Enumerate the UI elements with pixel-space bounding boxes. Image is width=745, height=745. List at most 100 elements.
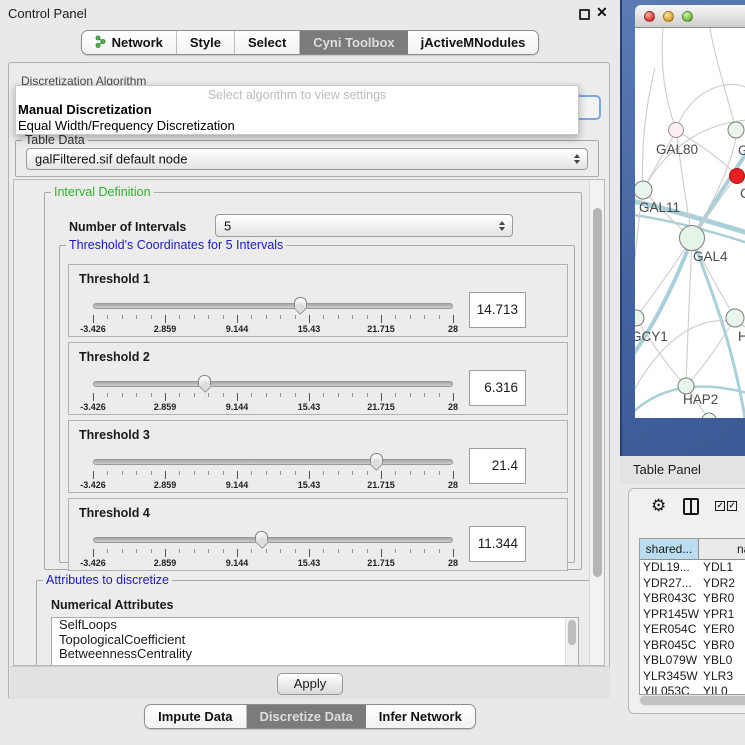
tick-label: 15.43 [298, 480, 321, 490]
slider-tick-labels: -3.4262.8599.14415.4321.71528 [93, 558, 453, 568]
tab-impute-data[interactable]: Impute Data [145, 705, 246, 728]
threshold-1-value-field[interactable]: 14.713 [469, 292, 526, 328]
list-item[interactable]: SelfLoops [52, 618, 578, 633]
threshold-2-slider[interactable] [93, 381, 453, 387]
tick-label: 2.859 [154, 324, 177, 334]
num-intervals-label: Number of Intervals [69, 220, 186, 234]
table-row[interactable]: YLR345WYLR3 [640, 669, 745, 685]
tab-cyni-toolbox[interactable]: Cyni Toolbox [300, 31, 407, 54]
table-row[interactable]: YBR043CYBR0 [640, 591, 745, 607]
threshold-2-value-field[interactable]: 6.316 [469, 370, 526, 406]
apply-row: Apply [10, 666, 610, 699]
table-data-combobox[interactable]: galFiltered.sif default node [26, 148, 588, 170]
algorithm-dropdown-popup: Select algorithm to view settings Manual… [15, 85, 579, 135]
table-row[interactable]: YDL19...YDL1 [640, 560, 745, 576]
list-item[interactable]: TopologicalCoefficient [52, 633, 578, 648]
dropdown-placeholder: Select algorithm to view settings [16, 86, 578, 102]
threshold-1-label: Threshold 1 [79, 272, 150, 286]
checkbox-icon[interactable]: ✓ [715, 501, 725, 511]
tab-label: Discretize Data [260, 709, 353, 724]
slider-thumb[interactable] [198, 375, 211, 386]
tick-label: 9.144 [226, 402, 249, 412]
thresholds-group: Threshold's Coordinates for 5 Intervals … [59, 245, 575, 563]
tab-style[interactable]: Style [177, 31, 235, 54]
network-window: GAL80 GA GAL11 C GAL4 GCY1 H HAP2 [635, 5, 745, 418]
tab-discretize-data[interactable]: Discretize Data [247, 705, 366, 728]
list-item[interactable]: BetweennessCentrality [52, 647, 578, 662]
attributes-group: Attributes to discretize Numerical Attri… [36, 580, 594, 666]
close-icon[interactable]: ✕ [596, 4, 608, 21]
node-label: GAL80 [656, 142, 698, 157]
apply-button[interactable]: Apply [277, 673, 343, 695]
settings-scrollbar[interactable] [589, 180, 604, 665]
column-header-name[interactable]: na [699, 539, 745, 559]
float-panel-icon[interactable] [579, 9, 590, 20]
tab-jactivemnodules[interactable]: jActiveMNodules [408, 31, 539, 54]
tab-select[interactable]: Select [235, 31, 300, 54]
slider-ticks [93, 471, 453, 480]
zoom-button[interactable] [682, 11, 693, 22]
threshold-3-block: Threshold 3 -3.4262.8599.14415.4321.7152… [68, 420, 568, 493]
threshold-3-label: Threshold 3 [79, 428, 150, 442]
node[interactable] [728, 122, 744, 138]
table-hscrollbar[interactable] [639, 695, 745, 706]
table-row[interactable]: YDR27...YDR2 [640, 576, 745, 592]
node-label: HAP2 [683, 392, 718, 407]
column-header-shared[interactable]: shared... [640, 539, 699, 559]
threshold-4-slider[interactable] [93, 537, 453, 543]
tab-label: Style [190, 35, 221, 50]
columns-icon[interactable] [683, 498, 699, 515]
tab-label: Infer Network [379, 709, 462, 724]
table-row[interactable]: YPR145WYPR1 [640, 607, 745, 623]
dropdown-option-equal-width[interactable]: Equal Width/Frequency Discretization [18, 118, 235, 133]
node[interactable] [726, 309, 744, 327]
table-row[interactable]: YBR045CYBR0 [640, 638, 745, 654]
top-tab-bar: Network Style Select Cyni Toolbox jActiv… [0, 30, 620, 55]
panel-title: Control Panel [8, 6, 87, 21]
num-intervals-spinner[interactable]: 5 [215, 214, 513, 237]
node-selected-red[interactable] [730, 169, 745, 184]
slider-thumb[interactable] [370, 453, 383, 464]
tick-label: 28 [448, 558, 458, 568]
thresholds-legend: Threshold's Coordinates for 5 Intervals [66, 238, 286, 252]
close-button[interactable] [644, 11, 655, 22]
node-gal4[interactable] [680, 226, 705, 251]
node-gal11[interactable] [635, 181, 652, 199]
dropdown-option-manual[interactable]: Manual Discretization [18, 102, 152, 117]
list-scrollbar[interactable] [565, 618, 578, 666]
interval-definition-group: Interval Definition Number of Intervals … [44, 192, 582, 570]
table-panel-inner: ⚙ ✓ ✓ shared... na YDL19...YDL1YDR27...Y… [628, 488, 745, 714]
table-data-value: galFiltered.sif default node [35, 152, 187, 167]
tick-label: -3.426 [80, 480, 106, 490]
minimize-button[interactable] [663, 11, 674, 22]
tick-label: 21.715 [367, 324, 395, 334]
slider-thumb[interactable] [255, 531, 268, 542]
table-row[interactable]: YER054CYER0 [640, 622, 745, 638]
tick-label: 9.144 [226, 558, 249, 568]
network-canvas[interactable]: GAL80 GA GAL11 C GAL4 GCY1 H HAP2 [635, 28, 745, 418]
settings-scrollpane: Interval Definition Number of Intervals … [13, 179, 605, 666]
table-row[interactable]: YBL079WYBL0 [640, 653, 745, 669]
checkbox-icon[interactable]: ✓ [727, 501, 737, 511]
gear-icon[interactable]: ⚙ [651, 497, 666, 514]
threshold-1-slider[interactable] [93, 303, 453, 309]
table-header-row: shared... na [640, 539, 745, 560]
threshold-4-value-field[interactable]: 11.344 [469, 526, 526, 562]
tab-infer-network[interactable]: Infer Network [366, 705, 475, 728]
tab-network[interactable]: Network [82, 31, 177, 54]
threshold-3-value-field[interactable]: 21.4 [469, 448, 526, 484]
tick-label: 21.715 [367, 402, 395, 412]
table-row[interactable]: YIL053CYIL0 [640, 684, 745, 695]
node-gcy1[interactable] [635, 310, 644, 326]
attributes-legend: Attributes to discretize [43, 573, 172, 587]
network-window-titlebar[interactable] [635, 5, 745, 28]
slider-thumb[interactable] [294, 297, 307, 308]
tick-label: 2.859 [154, 402, 177, 412]
discretize-settings-panel: Discretization Algorithm Select algorith… [8, 62, 610, 699]
table-panel-header: Table Panel [620, 456, 745, 484]
tick-label: 28 [448, 480, 458, 490]
numerical-attributes-label: Numerical Attributes [51, 598, 173, 612]
threshold-3-slider[interactable] [93, 459, 453, 465]
node[interactable] [702, 413, 716, 418]
node-gal80[interactable] [669, 123, 684, 138]
